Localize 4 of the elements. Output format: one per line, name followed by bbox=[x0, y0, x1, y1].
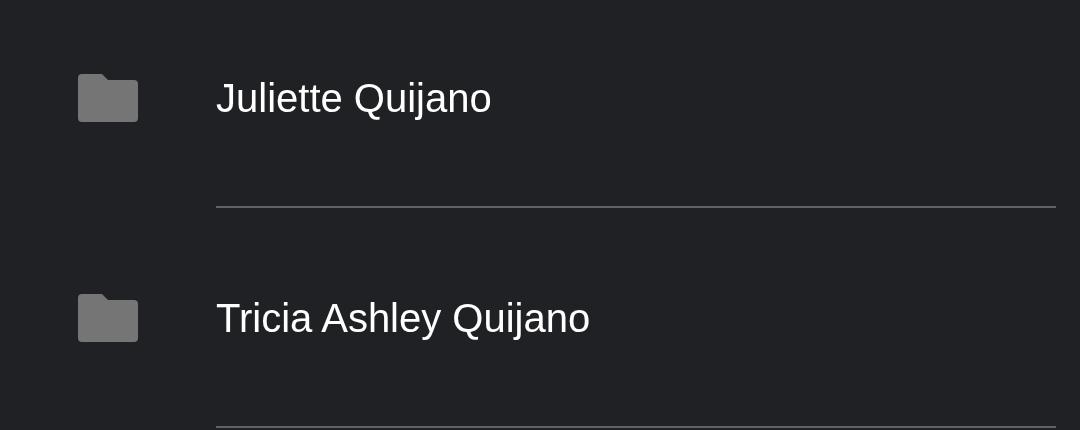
folder-icon bbox=[78, 294, 138, 342]
folder-icon bbox=[78, 74, 138, 122]
folder-name[interactable]: Tricia Ashley Quijano bbox=[216, 298, 591, 338]
folder-name[interactable]: Juliette Quijano bbox=[216, 78, 492, 118]
